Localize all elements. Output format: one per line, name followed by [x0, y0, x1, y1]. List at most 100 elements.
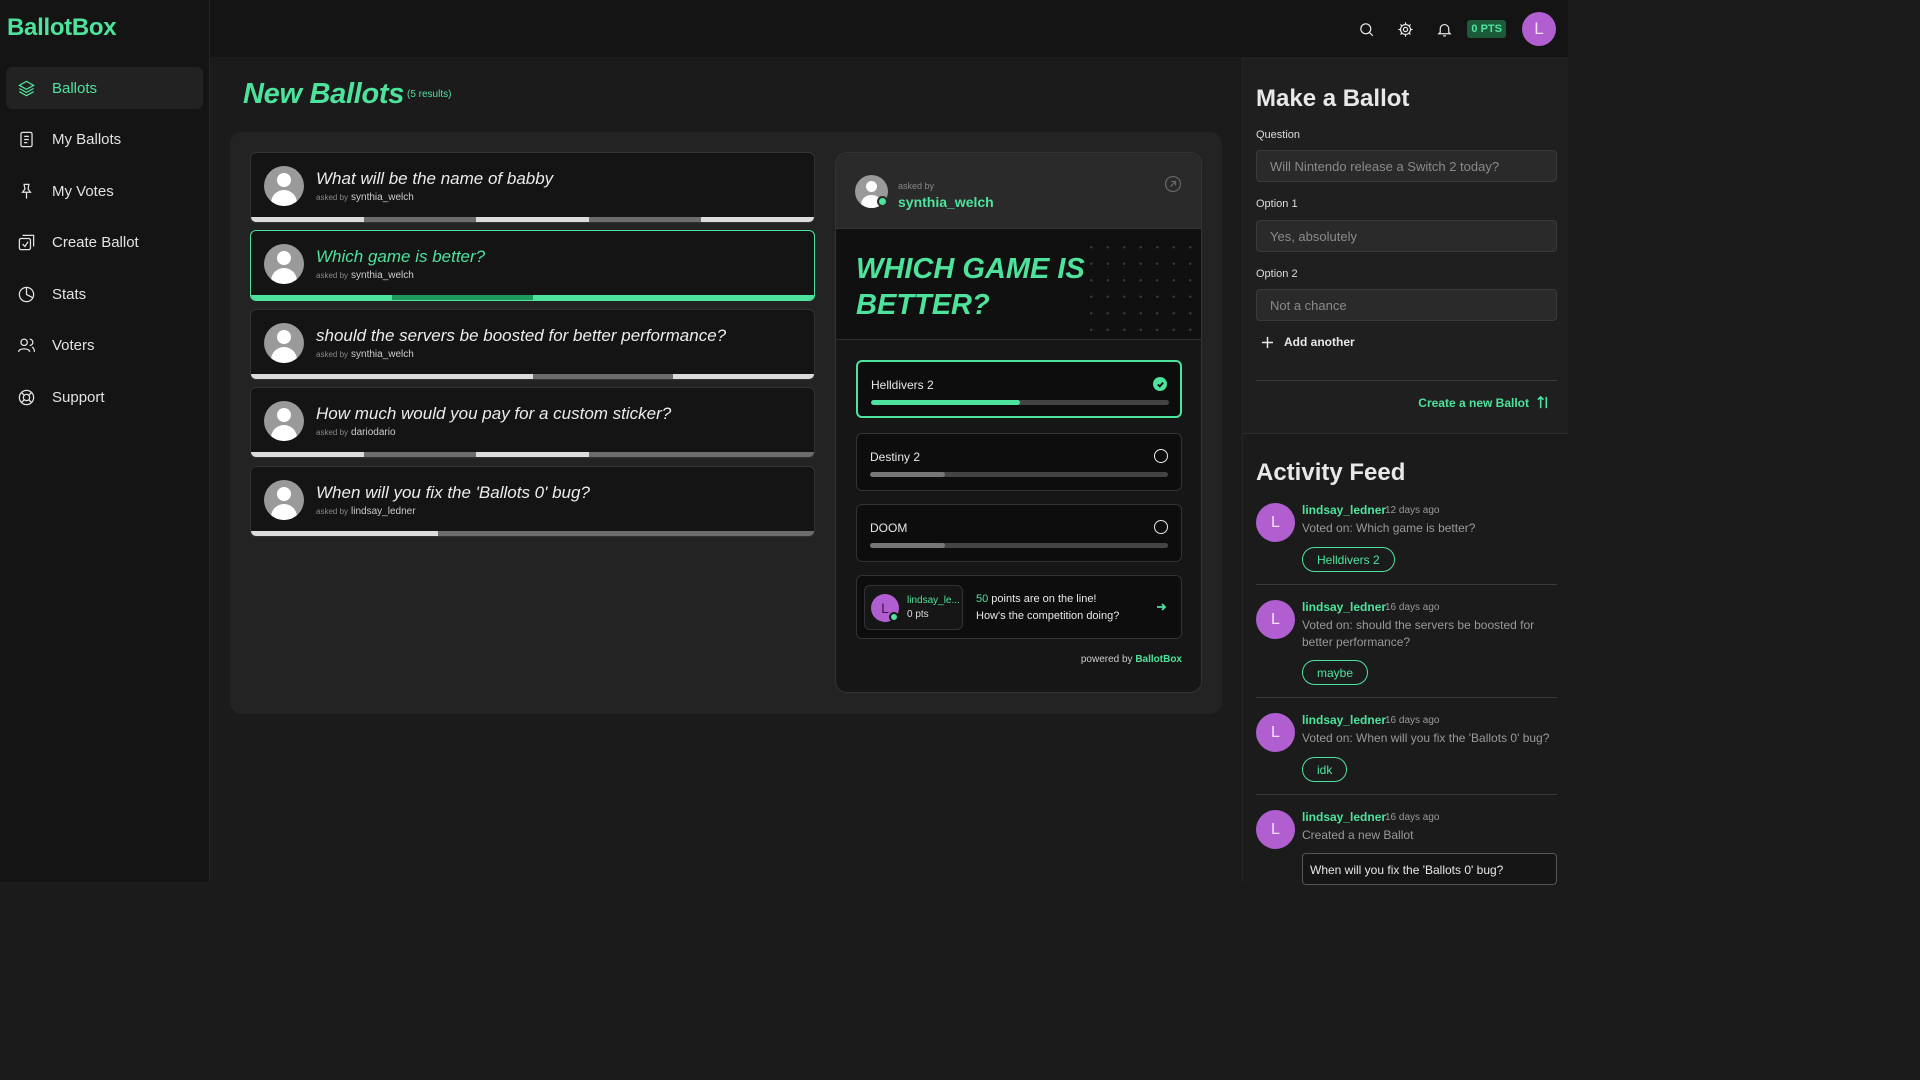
activity-text: Created a new Ballot [1302, 828, 1414, 842]
avatar [264, 244, 304, 285]
sidebar-item-my-votes[interactable]: My Votes [6, 170, 203, 212]
author-name[interactable]: synthia_welch [898, 194, 994, 210]
sidebar-nav: Ballots My Ballots My Votes Create Ballo… [6, 67, 203, 428]
sidebar-item-support[interactable]: Support [6, 376, 203, 418]
plus-icon [1261, 336, 1274, 348]
vote-distribution-bar [251, 373, 814, 379]
sidebar-item-stats[interactable]: Stats [6, 273, 203, 315]
ballot-card[interactable]: When will you fix the 'Ballots 0' bug? a… [250, 465, 815, 537]
points-badge: 0 PTS [1467, 20, 1506, 38]
avatar[interactable]: L [1256, 600, 1295, 639]
bell-icon[interactable] [1427, 12, 1461, 46]
sort-arrow-icon [1537, 395, 1548, 409]
pin-icon [16, 181, 36, 201]
avatar [264, 479, 304, 520]
right-panel: Make a Ballot Question Option 1 Option 2… [1242, 57, 1568, 885]
option-helldivers[interactable]: Helldivers 2 [856, 360, 1182, 418]
dot-pattern [1083, 239, 1193, 334]
avatar [264, 166, 304, 206]
create-icon [16, 233, 36, 253]
ballot-author: asked by synthia_welch [316, 270, 414, 282]
ballot-card[interactable]: should the servers be boosted for better… [250, 308, 815, 380]
ballot-author: asked by synthia_welch [316, 348, 414, 360]
activity-time: 12 days ago [1385, 505, 1440, 516]
search-icon[interactable] [1349, 12, 1383, 46]
ballots-panel: What will be the name of babby asked by s… [230, 132, 1222, 714]
page-title: New Ballots [243, 78, 405, 110]
ballot-author: asked by dariodario [316, 427, 396, 439]
option-destiny[interactable]: Destiny 2 [856, 433, 1182, 491]
vote-distribution-bar [251, 217, 814, 222]
check-circle-icon [1153, 377, 1167, 391]
activity-user[interactable]: lindsay_ledner [1302, 810, 1386, 824]
sidebar-item-create-ballot[interactable]: Create Ballot [6, 222, 203, 264]
sidebar-item-label: Stats [52, 285, 87, 303]
vote-distribution-bar [251, 452, 814, 458]
sidebar-item-my-ballots[interactable]: My Ballots [6, 119, 203, 161]
sidebar-item-label: Create Ballot [52, 234, 139, 251]
points-line: 50 points are on the line! [976, 593, 1097, 605]
ballot-question: should the servers be boosted for better… [316, 325, 727, 345]
vote-distribution-bar [251, 530, 814, 536]
sidebar: BallotBox Ballots My Ballots My Votes Cr… [0, 0, 210, 882]
avatar[interactable]: L [1256, 810, 1295, 849]
ballot-card[interactable]: Which game is better? asked by synthia_we… [250, 230, 815, 302]
activity-user[interactable]: lindsay_ledner [1302, 600, 1386, 614]
sidebar-item-label: Ballots [52, 79, 98, 97]
activity-user[interactable]: lindsay_ledner [1302, 713, 1386, 727]
app-logo[interactable]: BallotBox [7, 14, 117, 42]
activity-time: 16 days ago [1385, 602, 1440, 613]
verified-icon [889, 612, 899, 622]
avatar [264, 322, 304, 363]
avatar[interactable]: L [1256, 713, 1295, 752]
option1-label: Option 1 [1256, 198, 1298, 210]
gear-icon[interactable] [1388, 12, 1422, 46]
option-doom[interactable]: DOOM [856, 504, 1182, 562]
radio-icon [1154, 520, 1168, 534]
ballot-card[interactable]: How much would you pay for a custom stic… [250, 387, 815, 459]
activity-item: L lindsay_ledner 16 days ago Created a n… [1256, 810, 1557, 885]
sidebar-item-voters[interactable]: Voters [6, 325, 203, 367]
detail-question: Which game is better? [856, 253, 1085, 321]
avatar[interactable]: L [1256, 503, 1295, 542]
option2-label: Option 2 [1256, 268, 1298, 280]
ballot-author: asked by synthia_welch [316, 192, 414, 203]
option-label: Helldivers 2 [871, 378, 934, 392]
created-ballot-preview[interactable]: When will you fix the 'Ballots 0' bug? [1302, 853, 1557, 885]
activity-user[interactable]: lindsay_ledner [1302, 503, 1386, 517]
option-progress [870, 543, 1168, 548]
arrow-right-icon [1155, 600, 1167, 612]
sidebar-item-label: Voters [52, 337, 95, 354]
activity-item: L lindsay_ledner 16 days ago Voted on: s… [1256, 600, 1557, 698]
make-ballot-section: Make a Ballot Question Option 1 Option 2… [1243, 57, 1568, 434]
option1-input[interactable] [1256, 220, 1557, 252]
add-another-button[interactable]: Add another [1261, 335, 1355, 349]
option2-input[interactable] [1256, 289, 1557, 321]
competition-line: How's the competition doing? [976, 610, 1120, 622]
ballot-card[interactable]: What will be the name of babby asked by s… [250, 152, 815, 223]
sidebar-item-ballots[interactable]: Ballots [6, 67, 203, 109]
avatar [264, 401, 304, 442]
share-icon[interactable] [1163, 174, 1183, 194]
activity-text: Voted on: Which game is better? [1302, 521, 1476, 535]
activity-feed-title: Activity Feed [1256, 459, 1406, 486]
question-input[interactable] [1256, 150, 1557, 182]
create-ballot-button[interactable]: Create a new Ballot [1418, 395, 1551, 410]
ballot-question: When will you fix the 'Ballots 0' bug? [316, 482, 590, 502]
ballot-author: asked by lindsay_ledner [316, 505, 416, 517]
option-label: Destiny 2 [870, 450, 921, 464]
make-ballot-title: Make a Ballot [1256, 85, 1410, 112]
divider [1256, 380, 1557, 381]
radio-icon [1154, 449, 1168, 463]
ballot-question: How much would you pay for a custom stic… [316, 404, 672, 424]
activity-text: Voted on: should the servers be boosted … [1302, 618, 1535, 649]
activity-item: L lindsay_ledner 12 days ago Voted on: W… [1256, 503, 1557, 585]
points-on-the-line[interactable]: L lindsay_le... 0 pts 50 points are on t… [856, 575, 1182, 639]
user-avatar[interactable]: L [1522, 12, 1556, 46]
lifebuoy-icon [16, 387, 36, 407]
option-label: DOOM [870, 521, 908, 535]
vote-distribution-bar [251, 295, 814, 301]
vote-pill[interactable]: idk [1302, 757, 1348, 782]
vote-pill[interactable]: Helldivers 2 [1302, 547, 1395, 572]
vote-pill[interactable]: maybe [1302, 660, 1369, 685]
